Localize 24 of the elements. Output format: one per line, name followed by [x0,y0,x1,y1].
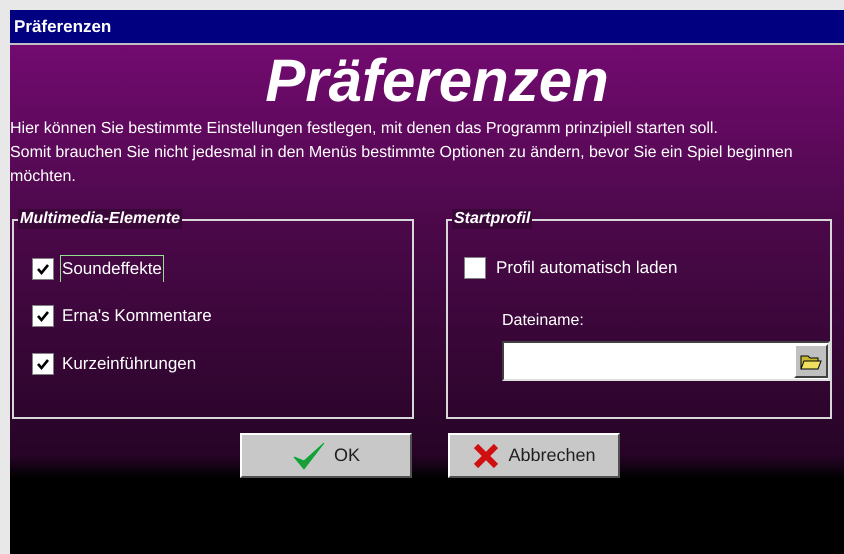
intro-paragraph: Hier können Sie bestimmte Einstellungen festlegen, mit denen das Programm prinzipiell starten soll. [10,119,719,139]
checkbox[interactable] [32,353,54,375]
filename-field[interactable] [502,340,830,380]
checkbox-label[interactable]: Erna's Kommentare [60,302,214,330]
checkmark-icon [36,262,50,276]
checkmark-icon [292,440,326,470]
ok-button[interactable]: OK [240,433,412,478]
checkbox[interactable] [464,256,486,279]
checkmark-icon [36,309,50,323]
group-title: Startprofil [452,209,532,229]
cancel-button[interactable]: Abbrechen [448,433,620,478]
window-title: Präferenzen [14,16,112,38]
cross-icon [472,442,500,470]
field-label: Dateiname: [502,310,585,330]
intro-paragraph: Somit brauchen Sie nicht jedesmal in den Menüs bestimmte Optionen zu ändern, bevor Sie ein Spiel beginnen möchten. [10,143,794,187]
checkmark-icon [36,357,50,371]
checkbox-label[interactable]: Kurzeinführungen [60,350,198,378]
checkbox[interactable] [32,305,54,327]
browse-button[interactable] [794,344,828,378]
checkbox-label[interactable]: Soundeffekte [60,255,164,282]
heading: Präferenzen [264,49,609,113]
group-title: Multimedia-Elemente [18,209,182,229]
checkbox[interactable] [32,258,54,280]
checkbox-label[interactable]: Profil automatisch laden [496,255,678,280]
